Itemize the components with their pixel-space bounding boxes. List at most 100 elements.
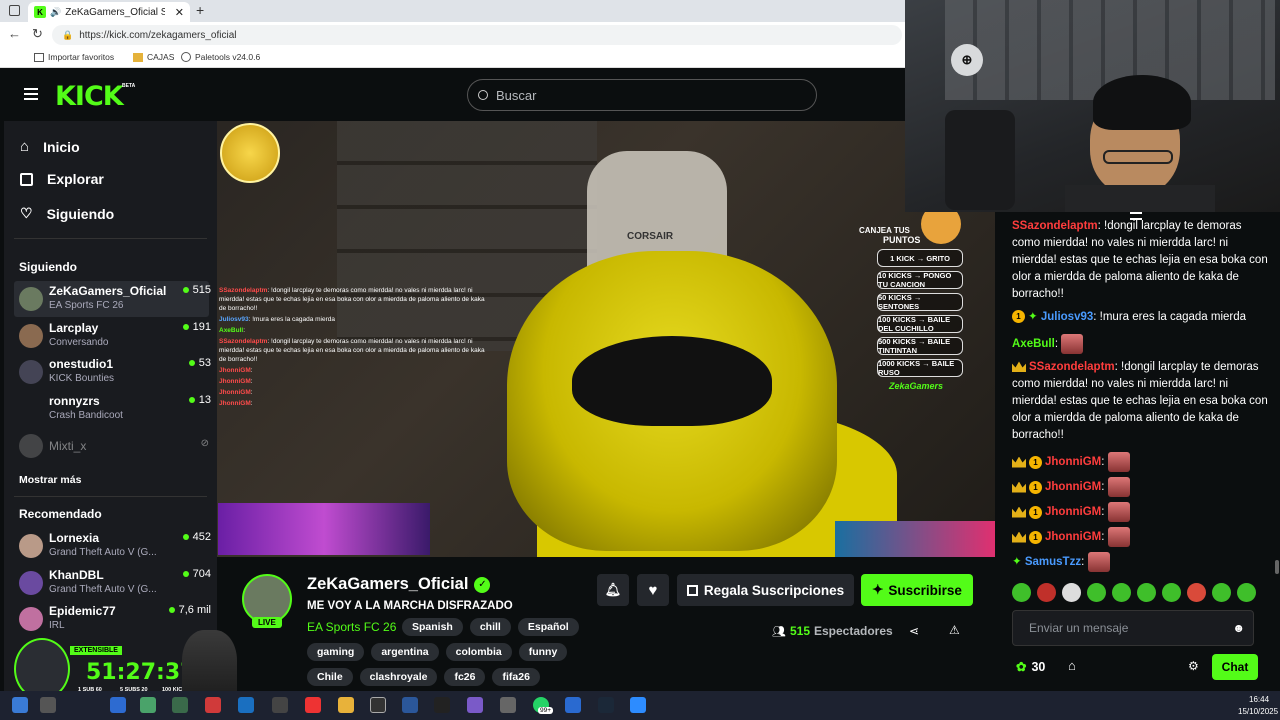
tag[interactable]: clashroyale (359, 668, 438, 686)
search-icon[interactable] (40, 697, 56, 713)
taskbar-app-icon[interactable] (500, 697, 516, 713)
taskbar-app-icon[interactable] (205, 697, 221, 713)
chat-scrollbar[interactable] (1275, 560, 1279, 574)
channel-name[interactable]: ZeKaGamers_Oficial (307, 575, 468, 594)
notification-bell-button[interactable]: 🔔︎ (597, 574, 629, 606)
taskbar-app-icon[interactable] (272, 697, 288, 713)
emote-icon[interactable] (1112, 583, 1131, 602)
hamburger-menu-icon[interactable] (24, 88, 38, 100)
sidebar-toggle-icon[interactable] (9, 5, 20, 16)
taskbar-app-icon[interactable] (370, 697, 386, 713)
verified-icon: ✓ (474, 576, 491, 593)
chat-username[interactable]: JhonniGM (1045, 506, 1101, 518)
bookmark-import[interactable]: Importar favoritos (34, 52, 114, 62)
emote-icon[interactable] (1237, 583, 1256, 602)
video-player[interactable]: CORSAIR SSazondelaptm: !dongil larcplay … (217, 121, 995, 557)
taskbar-app-icon[interactable] (467, 697, 483, 713)
bookmark-cajas[interactable]: CAJAS (133, 52, 174, 62)
tag[interactable]: gaming (307, 643, 365, 661)
emote-icon[interactable] (1162, 583, 1181, 602)
emote-icon[interactable] (1037, 583, 1056, 602)
emote-icon[interactable] (1087, 583, 1106, 602)
chat-username[interactable]: JhonniGM (1045, 531, 1101, 543)
file-explorer-icon[interactable] (338, 697, 354, 713)
search-box[interactable]: Buscar (467, 79, 817, 111)
recommended-channel[interactable]: KhanDBL Grand Theft Auto V (G... 704 (19, 568, 211, 602)
taskbar-app-icon[interactable] (172, 697, 188, 713)
show-more-link[interactable]: Mostrar más (19, 474, 81, 486)
overlay-chat-line: AxeBull: (219, 326, 491, 335)
tag[interactable]: Español (517, 618, 579, 636)
emote-icon (1107, 477, 1130, 497)
back-icon[interactable]: ← (8, 26, 21, 41)
url-field[interactable]: 🔒 https://kick.com/zekagamers_oficial (52, 25, 902, 45)
taskbar-app-icon[interactable] (140, 697, 156, 713)
outlook-icon[interactable] (238, 697, 254, 713)
following-channel-offline[interactable]: Mixti_x ⊘ (19, 434, 211, 468)
chat-input[interactable]: Enviar un mensaje ☻ (1012, 610, 1254, 646)
emote-icon[interactable] (1012, 583, 1031, 602)
tag[interactable]: fc26 (444, 668, 486, 686)
nav-item-siguiendo[interactable]: ♡ Siguiendo (20, 205, 114, 222)
channel-points[interactable]: ✿ 30 (1016, 659, 1045, 675)
tag[interactable]: chill (469, 618, 511, 636)
overlay-text: : (250, 389, 253, 396)
kick-logo[interactable]: KICK (55, 81, 124, 112)
live-dot-icon (168, 607, 175, 613)
wall-logo: ⊕ (951, 44, 983, 76)
avatar (19, 534, 43, 558)
tag[interactable]: fifa26 (492, 668, 540, 686)
share-icon[interactable]: ⋖ (909, 624, 919, 638)
report-icon[interactable]: ⚠ (949, 623, 960, 637)
chat-username[interactable]: Juliosv93 (1041, 311, 1093, 323)
chat-username[interactable]: AxeBull (1012, 338, 1055, 350)
tag[interactable]: funny (518, 643, 568, 661)
emote-icon[interactable] (1187, 583, 1206, 602)
follow-button[interactable]: ♥ (637, 574, 669, 606)
emote-icon[interactable] (1062, 583, 1081, 602)
chat-username[interactable]: SamusTzz (1025, 556, 1081, 568)
chat-username[interactable]: SSazondelaptm (1029, 361, 1115, 373)
emoji-icon[interactable]: ☻ (1232, 621, 1245, 635)
recommended-channel[interactable]: Lornexia Grand Theft Auto V (G... 452 (19, 531, 211, 565)
send-chat-button[interactable]: Chat (1212, 654, 1258, 680)
browser-tab[interactable]: K 🔊 ZeKaGamers_Oficial Stream ✕ (28, 2, 190, 22)
following-channel[interactable]: ZeKaGamers_Oficial EA Sports FC 26 515 (19, 284, 211, 318)
emote-icon[interactable] (1212, 583, 1231, 602)
tag[interactable]: Spanish (402, 618, 463, 636)
tag[interactable]: colombia (445, 643, 512, 661)
subscribe-button[interactable]: ✦ Suscribirse (861, 574, 973, 606)
following-channel[interactable]: Larcplay Conversando 191 (19, 321, 211, 355)
chat-username[interactable]: SSazondelaptm (1012, 220, 1098, 232)
store-icon[interactable]: ⌂ (1068, 658, 1076, 673)
live-dot-icon (182, 324, 189, 330)
new-tab-button[interactable]: + (196, 2, 204, 18)
settings-gear-icon[interactable]: ⚙ (1188, 659, 1199, 673)
taskbar-app-icon[interactable] (565, 697, 581, 713)
channel-name: onestudio1 (49, 357, 114, 371)
close-tab-icon[interactable]: ✕ (175, 6, 184, 19)
chat-message: SSazondelaptm: !dongil larcplay te demor… (1012, 359, 1270, 444)
viewer-count: 53 (188, 357, 211, 369)
nav-item-inicio[interactable]: ⌂ Inicio (20, 138, 80, 155)
tag[interactable]: argentina (371, 643, 439, 661)
tag[interactable]: Chile (307, 668, 353, 686)
taskbar-app-icon[interactable] (434, 697, 450, 713)
gift-subs-button[interactable]: Regala Suscripciones (677, 574, 854, 606)
word-icon[interactable] (402, 697, 418, 713)
zoom-icon[interactable] (630, 697, 646, 713)
nav-item-explorar[interactable]: Explorar (20, 171, 104, 187)
steam-icon[interactable] (598, 697, 614, 713)
chat-username[interactable]: JhonniGM (1045, 481, 1101, 493)
taskbar-app-icon[interactable] (305, 697, 321, 713)
following-channel[interactable]: ronnyzrs Crash Bandicoot 13 (19, 394, 211, 428)
search-input[interactable]: Buscar (496, 88, 536, 103)
taskbar-app-icon[interactable] (110, 697, 126, 713)
start-icon[interactable] (12, 697, 28, 713)
following-channel[interactable]: onestudio1 KICK Bounties 53 (19, 357, 211, 391)
stream-category[interactable]: EA Sports FC 26 (307, 620, 396, 634)
emote-icon[interactable] (1137, 583, 1156, 602)
bookmark-paletools[interactable]: Paletools v24.0.6 (181, 52, 260, 62)
reload-icon[interactable]: ↻ (32, 26, 43, 42)
chat-username[interactable]: JhonniGM (1045, 456, 1101, 468)
